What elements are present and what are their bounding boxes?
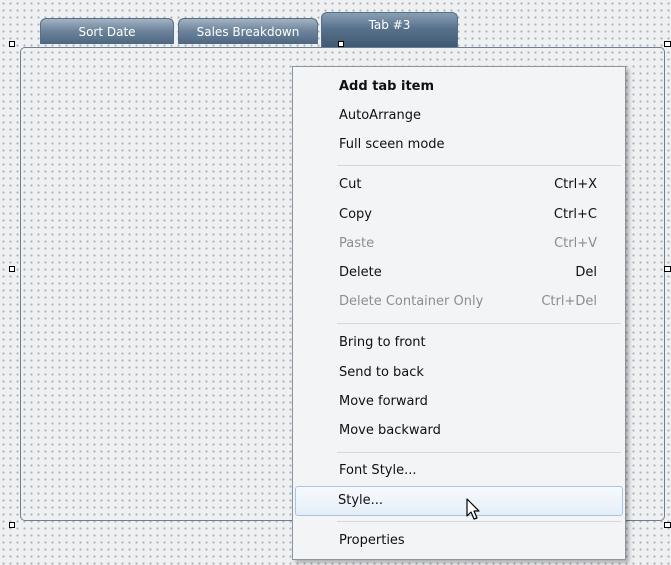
menu-separator xyxy=(337,452,621,453)
menu-item-label: Properties xyxy=(339,533,405,548)
menu-item-label: Add tab item xyxy=(339,79,435,94)
resize-handle-top-right[interactable] xyxy=(664,41,671,47)
menu-item-properties[interactable]: Properties xyxy=(295,527,623,555)
menu-item-label: Delete xyxy=(339,265,382,280)
tab-label: Tab #3 xyxy=(368,18,411,32)
menu-item-shortcut: Del xyxy=(575,265,597,280)
menu-item-cut[interactable]: Cut Ctrl+X xyxy=(295,171,623,199)
resize-handle-top-tab[interactable] xyxy=(338,41,344,47)
menu-item-shortcut: Ctrl+X xyxy=(554,177,597,192)
menu-item-add-tab-item[interactable]: Add tab item xyxy=(295,73,623,101)
menu-item-send-to-back[interactable]: Send to back xyxy=(295,359,623,387)
resize-handle-bottom-right[interactable] xyxy=(664,522,671,528)
menu-item-shortcut: Ctrl+C xyxy=(553,207,597,222)
menu-item-bring-to-front[interactable]: Bring to front xyxy=(295,329,623,357)
menu-item-label: Bring to front xyxy=(339,335,426,350)
tab-sales-breakdown[interactable]: Sales Breakdown xyxy=(178,18,318,44)
tab-label: Sales Breakdown xyxy=(196,25,300,39)
menu-item-delete[interactable]: Delete Del xyxy=(295,259,623,287)
menu-separator xyxy=(337,165,621,166)
menu-item-full-screen-mode[interactable]: Full sceen mode xyxy=(295,131,623,159)
menu-item-label: Move backward xyxy=(339,423,441,438)
menu-item-label: Move forward xyxy=(339,394,428,409)
menu-item-label: Delete Container Only xyxy=(339,294,484,309)
menu-item-copy[interactable]: Copy Ctrl+C xyxy=(295,201,623,229)
menu-item-shortcut: Ctrl+Del xyxy=(541,294,597,309)
resize-handle-bottom-left[interactable] xyxy=(9,522,15,528)
menu-item-label: Paste xyxy=(339,236,375,251)
menu-item-label: Send to back xyxy=(339,365,424,380)
menu-separator xyxy=(337,323,621,324)
arrow-pointer-icon xyxy=(466,498,480,520)
resize-handle-top-left[interactable] xyxy=(9,41,15,47)
context-menu: Add tab item AutoArrange Full sceen mode… xyxy=(292,66,626,560)
menu-item-label: Cut xyxy=(339,177,362,192)
menu-item-paste: Paste Ctrl+V xyxy=(295,230,623,258)
menu-item-delete-container-only: Delete Container Only Ctrl+Del xyxy=(295,288,623,316)
menu-item-shortcut: Ctrl+V xyxy=(554,236,597,251)
menu-item-label: AutoArrange xyxy=(339,108,421,123)
tab-label: Sort Date xyxy=(78,25,136,39)
menu-item-label: Style... xyxy=(338,493,384,508)
resize-handle-left-middle[interactable] xyxy=(9,266,15,272)
menu-item-move-backward[interactable]: Move backward xyxy=(295,417,623,445)
menu-item-move-forward[interactable]: Move forward xyxy=(295,388,623,416)
menu-item-style[interactable]: Style... xyxy=(295,486,623,516)
menu-item-autoarrange[interactable]: AutoArrange xyxy=(295,102,623,130)
resize-handle-right-middle[interactable] xyxy=(664,266,671,272)
menu-item-label: Font Style... xyxy=(339,463,417,478)
menu-item-font-style[interactable]: Font Style... xyxy=(295,457,623,485)
menu-item-label: Full sceen mode xyxy=(339,137,445,152)
menu-item-label: Copy xyxy=(339,207,372,222)
tab-sort-date[interactable]: Sort Date xyxy=(40,18,174,44)
